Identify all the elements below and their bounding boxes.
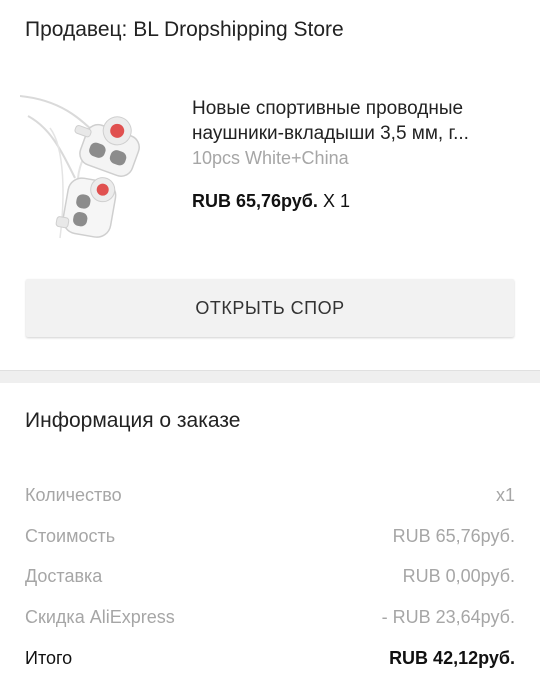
product-item[interactable]: Новые спортивные проводные наушники-вкла…	[20, 88, 520, 248]
order-info-title: Информация о заказе	[25, 409, 241, 432]
product-title[interactable]: Новые спортивные проводные наушники-вкла…	[192, 96, 512, 146]
quantity-value: x1	[495, 485, 515, 505]
total-label: Итого	[25, 648, 73, 668]
discount-value: - RUB 23,64руб.	[381, 607, 515, 627]
discount-row: Скидка AliExpress - RUB 23,64руб.	[25, 607, 515, 637]
cost-value: RUB 65,76руб.	[392, 526, 515, 546]
product-quantity: X 1	[322, 191, 350, 211]
shipping-label: Доставка	[25, 566, 103, 586]
product-price: RUB 65,76руб.	[192, 191, 318, 211]
product-price-row: RUB 65,76руб. X 1	[192, 191, 350, 212]
open-dispute-button[interactable]: ОТКРЫТЬ СПОР	[26, 279, 514, 337]
product-variant: 10pcs White+China	[192, 148, 349, 168]
shipping-value: RUB 0,00руб.	[402, 566, 515, 586]
shipping-row: Доставка RUB 0,00руб.	[25, 566, 515, 596]
cost-label: Стоимость	[25, 526, 116, 546]
cost-row: Стоимость RUB 65,76руб.	[25, 526, 515, 556]
product-info: Новые спортивные проводные наушники-вкла…	[192, 96, 512, 169]
quantity-row: Количество x1	[25, 485, 515, 515]
total-row: Итого RUB 42,12руб.	[25, 648, 515, 678]
quantity-label: Количество	[25, 485, 122, 505]
order-info-section: Информация о заказе Количество x1 Стоимо…	[0, 383, 540, 689]
section-divider	[0, 370, 540, 383]
product-image[interactable]	[20, 88, 180, 248]
discount-label: Скидка AliExpress	[25, 607, 175, 627]
order-item-card: Продавец: BL Dropshipping Store Новые сп…	[0, 0, 540, 370]
total-value: RUB 42,12руб.	[389, 648, 515, 668]
seller-name[interactable]: Продавец: BL Dropshipping Store	[25, 18, 344, 42]
